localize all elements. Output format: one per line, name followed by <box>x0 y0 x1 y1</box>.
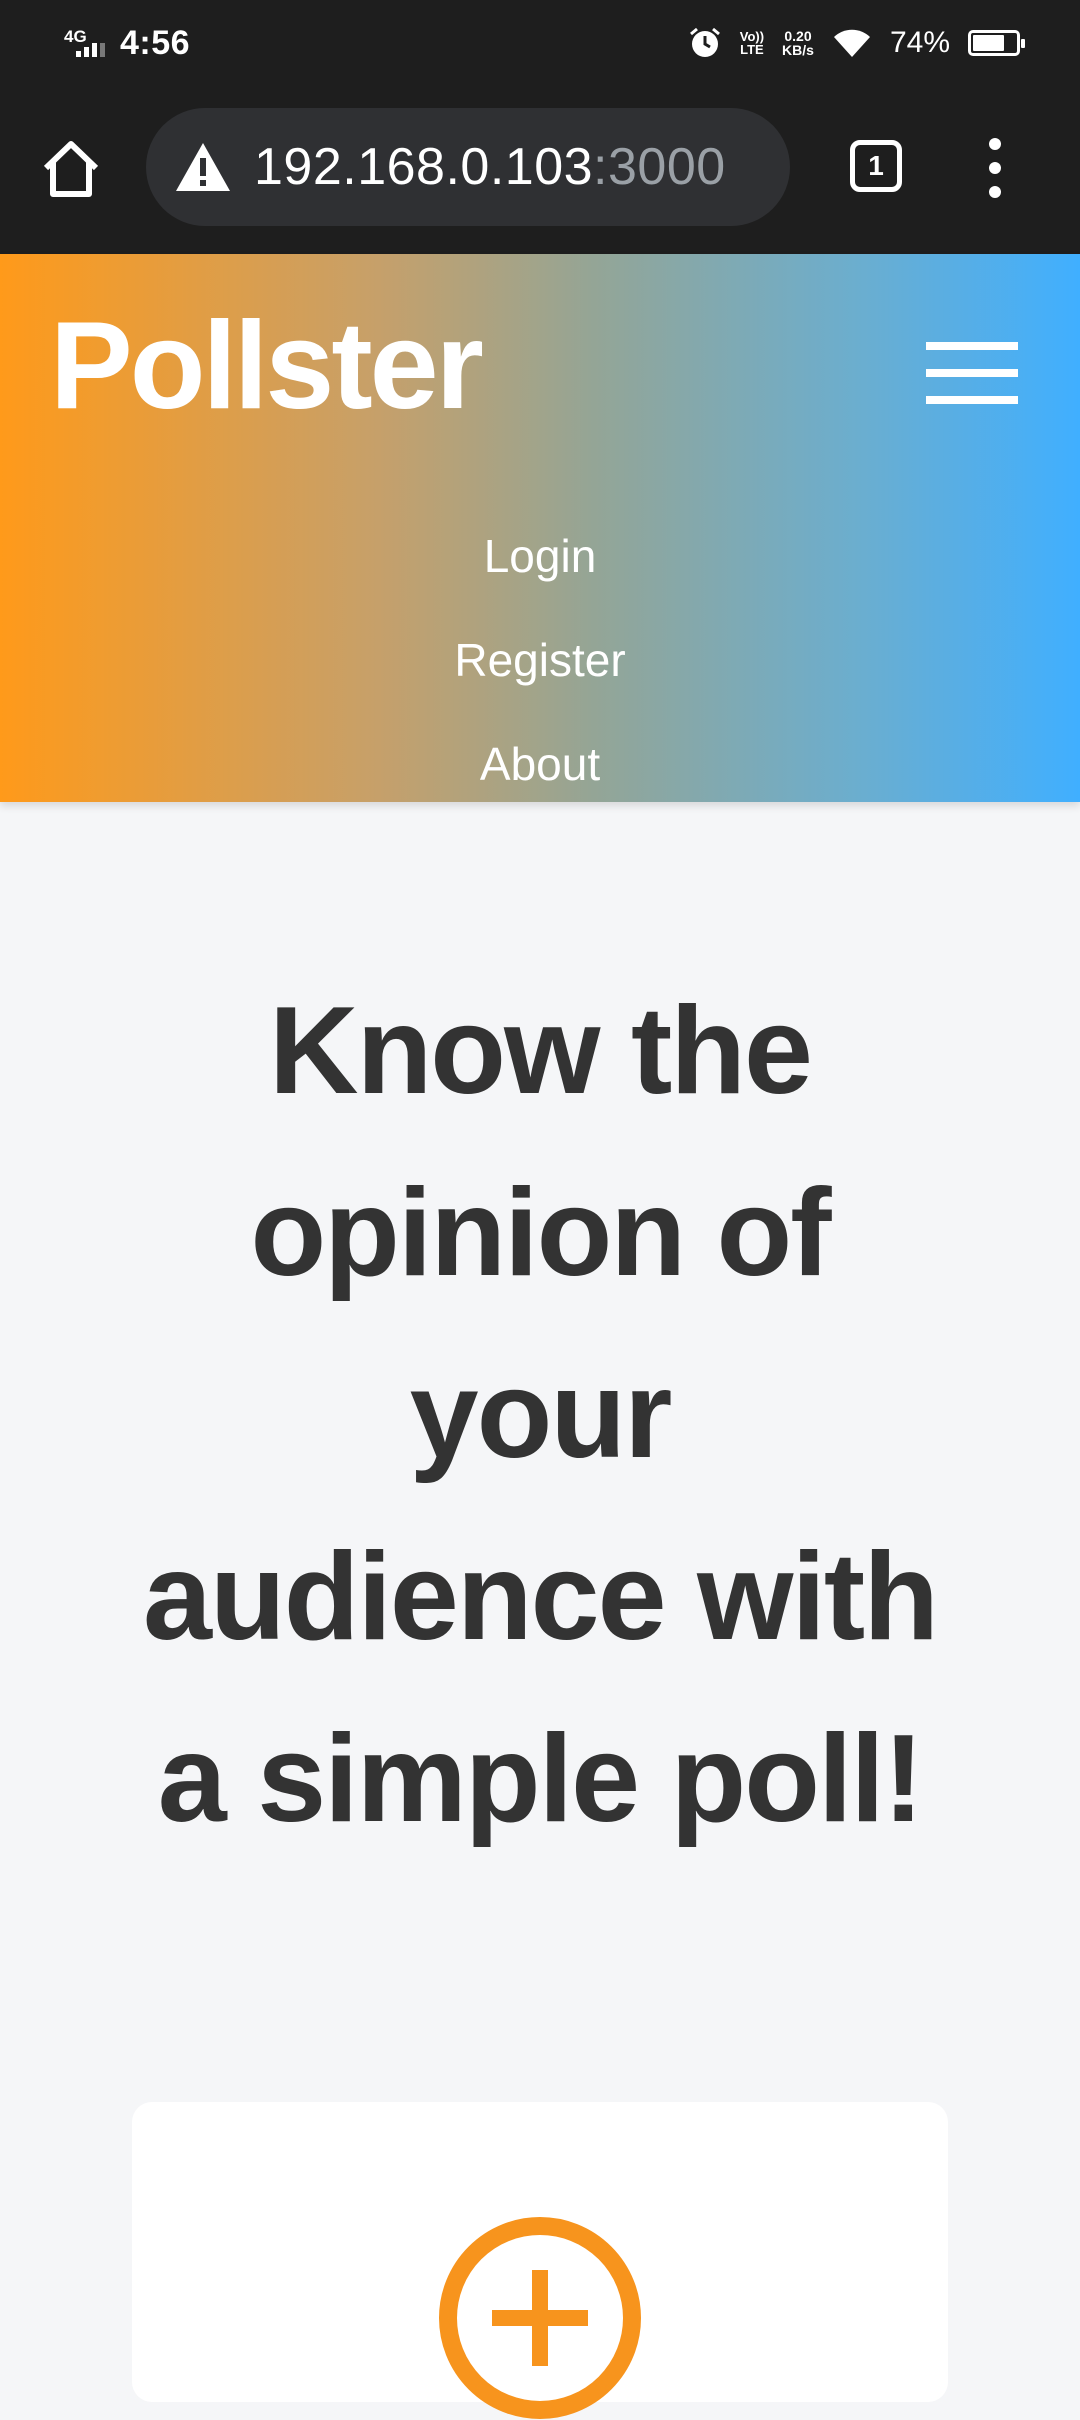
home-icon[interactable] <box>38 136 104 202</box>
create-poll-card[interactable] <box>132 2102 948 2419</box>
more-vert-icon[interactable] <box>980 138 1010 198</box>
battery-fill <box>973 35 1005 51</box>
volte-indicator: Vo)) LTE <box>740 30 764 56</box>
warning-icon[interactable] <box>174 140 232 194</box>
volte-line2: LTE <box>740 42 764 57</box>
brand-logo[interactable]: Pollster <box>50 296 484 436</box>
site-header: Pollster Login Register About <box>0 254 1080 802</box>
url-host: 192.168.0.103 <box>254 138 594 196</box>
tabs-button[interactable]: 1 <box>850 140 902 192</box>
battery-icon <box>968 30 1025 56</box>
alarm-icon <box>689 27 720 57</box>
url-text[interactable]: 192.168.0.103:3000 <box>254 137 726 197</box>
nav-register[interactable]: Register <box>0 608 1080 712</box>
status-right: Vo)) LTE 0.20 KB/s 74% <box>688 22 1025 64</box>
net-speed: 0.20 KB/s <box>782 29 814 57</box>
status-left: 4G 4:56 <box>62 20 190 66</box>
nav-menu: Login Register About <box>0 504 1080 816</box>
tab-count: 1 <box>868 150 884 181</box>
net-speed-value: 0.20 <box>784 28 812 44</box>
net-speed-unit: KB/s <box>782 42 814 58</box>
hamburger-icon[interactable] <box>926 340 1018 406</box>
nav-about[interactable]: About <box>0 712 1080 816</box>
plus-circle-icon[interactable] <box>438 2216 642 2420</box>
status-bar: 4G 4:56 Vo)) LTE 0.20 KB/s 74% <box>0 0 1080 86</box>
browser-toolbar: 192.168.0.103:3000 1 <box>0 86 1080 254</box>
signal-icon: 4G <box>62 23 112 63</box>
nav-login[interactable]: Login <box>0 504 1080 608</box>
clock: 4:56 <box>120 23 191 62</box>
wifi-icon <box>833 29 870 57</box>
hero-title: Know the opinion of your audience with a… <box>143 982 939 1848</box>
battery-percent: 74% <box>889 26 950 59</box>
address-bar[interactable]: 192.168.0.103:3000 <box>146 108 790 226</box>
url-port: :3000 <box>593 138 726 196</box>
